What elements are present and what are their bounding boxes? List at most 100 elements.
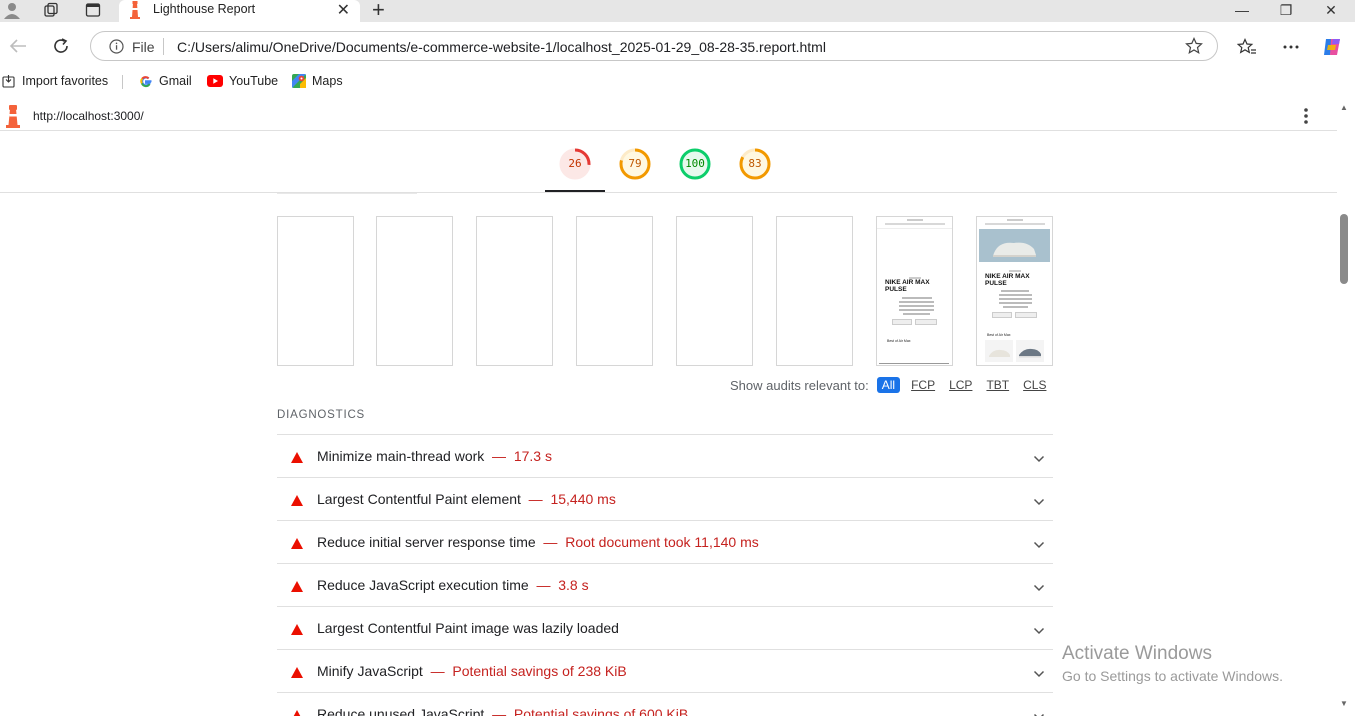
fail-triangle-icon <box>291 493 303 509</box>
diagnostics-heading: DIAGNOSTICS <box>277 409 366 421</box>
address-divider <box>163 38 164 55</box>
chevron-down-icon[interactable] <box>1033 450 1045 466</box>
gauge-performance[interactable]: 26 <box>558 147 592 181</box>
bookmark-label: Import favorites <box>22 74 109 88</box>
copilot-icon[interactable] <box>1320 35 1344 59</box>
address-bar[interactable]: File C:/Users/alimu/OneDrive/Documents/e… <box>90 31 1218 61</box>
frame-heading: NIKE AIR MAX PULSE <box>985 273 1030 287</box>
scroll-down-arrow-icon[interactable]: ▼ <box>1340 699 1348 708</box>
audit-row[interactable]: Reduce initial server response time — Ro… <box>277 521 1053 564</box>
filmstrip-frame <box>576 216 653 366</box>
audit-title: Minify JavaScript — Potential savings of… <box>317 663 627 679</box>
audit-title: Minimize main-thread work — 17.3 s <box>317 448 552 464</box>
bookmarks-bar: Import favorites Gmail YouTube Maps <box>0 70 1355 94</box>
bookmark-youtube[interactable]: YouTube <box>207 74 278 88</box>
audit-title: Reduce JavaScript execution time — 3.8 s <box>317 577 589 593</box>
filter-chip-all[interactable]: All <box>876 377 901 393</box>
more-options-icon[interactable] <box>1279 35 1303 59</box>
minimize-icon[interactable]: — <box>1222 0 1262 20</box>
filmstrip-frame <box>277 216 354 366</box>
frame-hero-image <box>979 229 1050 262</box>
audit-row[interactable]: Minimize main-thread work — 17.3 s <box>277 435 1053 478</box>
fail-triangle-icon <box>291 450 303 466</box>
audit-row[interactable]: Minify JavaScript — Potential savings of… <box>277 650 1053 693</box>
filmstrip-frame <box>376 216 453 366</box>
gauge-accessibility[interactable]: 79 <box>618 147 652 181</box>
chevron-down-icon[interactable] <box>1033 536 1045 552</box>
filmstrip-frame: NIKE AIR MAX PULSE Best of Air Max <box>876 216 953 366</box>
chevron-down-icon[interactable] <box>1033 579 1045 595</box>
report-content: NIKE AIR MAX PULSE Best of Air Max NIKE A… <box>0 193 1337 716</box>
tab-title: Lighthouse Report <box>153 2 256 16</box>
frame-product-thumb <box>985 340 1013 362</box>
scroll-up-arrow-icon[interactable]: ▲ <box>1340 103 1348 112</box>
audit-row[interactable]: Reduce JavaScript execution time — 3.8 s <box>277 564 1053 607</box>
filmstrip-frame: NIKE AIR MAX PULSE Best of Air Max <box>976 216 1053 366</box>
close-tab-icon[interactable]: ✕ <box>337 0 350 20</box>
filter-chip-lcp[interactable]: LCP <box>946 377 975 393</box>
audit-title: Reduce unused JavaScript — Potential sav… <box>317 706 689 716</box>
diagnostics-audit-list: Minimize main-thread work — 17.3 s Large… <box>277 434 1053 716</box>
filmstrip-frame <box>676 216 753 366</box>
frame-product-thumb <box>1016 340 1044 362</box>
report-menu-icon[interactable] <box>1303 107 1309 130</box>
filter-chip-fcp[interactable]: FCP <box>908 377 938 393</box>
frame-section-label: Best of Air Max <box>987 333 1011 337</box>
frame-section-label: Best of Air Max <box>887 339 911 343</box>
gauge-score: 26 <box>568 157 582 170</box>
audit-row[interactable]: Reduce unused JavaScript — Potential sav… <box>277 693 1053 716</box>
bookmark-import-favorites[interactable]: Import favorites <box>2 74 108 88</box>
address-scheme: File <box>132 39 155 55</box>
bookmark-divider <box>122 75 123 89</box>
fail-triangle-icon <box>291 708 303 716</box>
fail-triangle-icon <box>291 622 303 638</box>
address-url[interactable]: C:/Users/alimu/OneDrive/Documents/e-comm… <box>177 39 826 55</box>
refresh-button[interactable] <box>48 34 74 58</box>
chevron-down-icon[interactable] <box>1033 493 1045 509</box>
info-icon[interactable] <box>109 39 124 59</box>
new-tab-button[interactable]: + <box>372 0 385 23</box>
filmstrip-frame <box>776 216 853 366</box>
metric-filter: Show audits relevant to: All FCP LCP TBT… <box>730 377 1049 393</box>
close-window-icon[interactable]: ✕ <box>1311 0 1351 20</box>
gauge-best-practices[interactable]: 100 <box>678 147 712 181</box>
audit-row[interactable]: Largest Contentful Paint image was lazil… <box>277 607 1053 650</box>
chevron-down-icon[interactable] <box>1033 665 1045 681</box>
favorites-icon[interactable] <box>1235 35 1259 59</box>
bookmark-gmail[interactable]: Gmail <box>139 74 192 88</box>
filter-chip-tbt[interactable]: TBT <box>983 377 1012 393</box>
restore-icon[interactable]: ❐ <box>1266 0 1306 20</box>
maps-icon <box>292 74 306 88</box>
workspaces-icon[interactable] <box>40 0 62 20</box>
chevron-down-icon[interactable] <box>1033 708 1045 716</box>
filter-chip-cls[interactable]: CLS <box>1020 377 1049 393</box>
scrollbar-thumb[interactable] <box>1340 214 1348 284</box>
lighthouse-icon <box>128 1 142 24</box>
fail-triangle-icon <box>291 665 303 681</box>
report-page-url[interactable]: http://localhost:3000/ <box>33 109 144 123</box>
chevron-down-icon[interactable] <box>1033 622 1045 638</box>
youtube-icon <box>207 75 223 87</box>
audit-title: Largest Contentful Paint image was lazil… <box>317 620 619 636</box>
active-gauge-indicator <box>545 190 605 192</box>
favorite-star-icon[interactable] <box>1185 37 1203 60</box>
audit-title: Reduce initial server response time — Ro… <box>317 534 759 550</box>
profile-icon[interactable] <box>1 0 23 20</box>
page-scrollbar[interactable]: ▲ ▼ <box>1337 101 1355 716</box>
activate-windows-watermark: Activate Windows Go to Settings to activ… <box>1062 643 1283 684</box>
bookmark-label: YouTube <box>229 74 279 88</box>
watermark-subtitle: Go to Settings to activate Windows. <box>1062 668 1283 684</box>
fail-triangle-icon <box>291 579 303 595</box>
fail-triangle-icon <box>291 536 303 552</box>
tab-lighthouse-report[interactable]: Lighthouse Report ✕ <box>119 0 360 22</box>
gauge-seo[interactable]: 83 <box>738 147 772 181</box>
bookmark-maps[interactable]: Maps <box>292 74 343 88</box>
audit-row[interactable]: Largest Contentful Paint element — 15,44… <box>277 478 1053 521</box>
metric-filter-label: Show audits relevant to: <box>730 377 869 393</box>
vertical-tabs-icon[interactable] <box>82 0 104 20</box>
gauge-score: 83 <box>748 157 762 170</box>
bookmark-label: Maps <box>312 74 343 88</box>
back-button[interactable] <box>5 34 31 58</box>
frame-heading: NIKE AIR MAX PULSE <box>885 279 930 293</box>
gauge-score: 100 <box>685 157 705 170</box>
